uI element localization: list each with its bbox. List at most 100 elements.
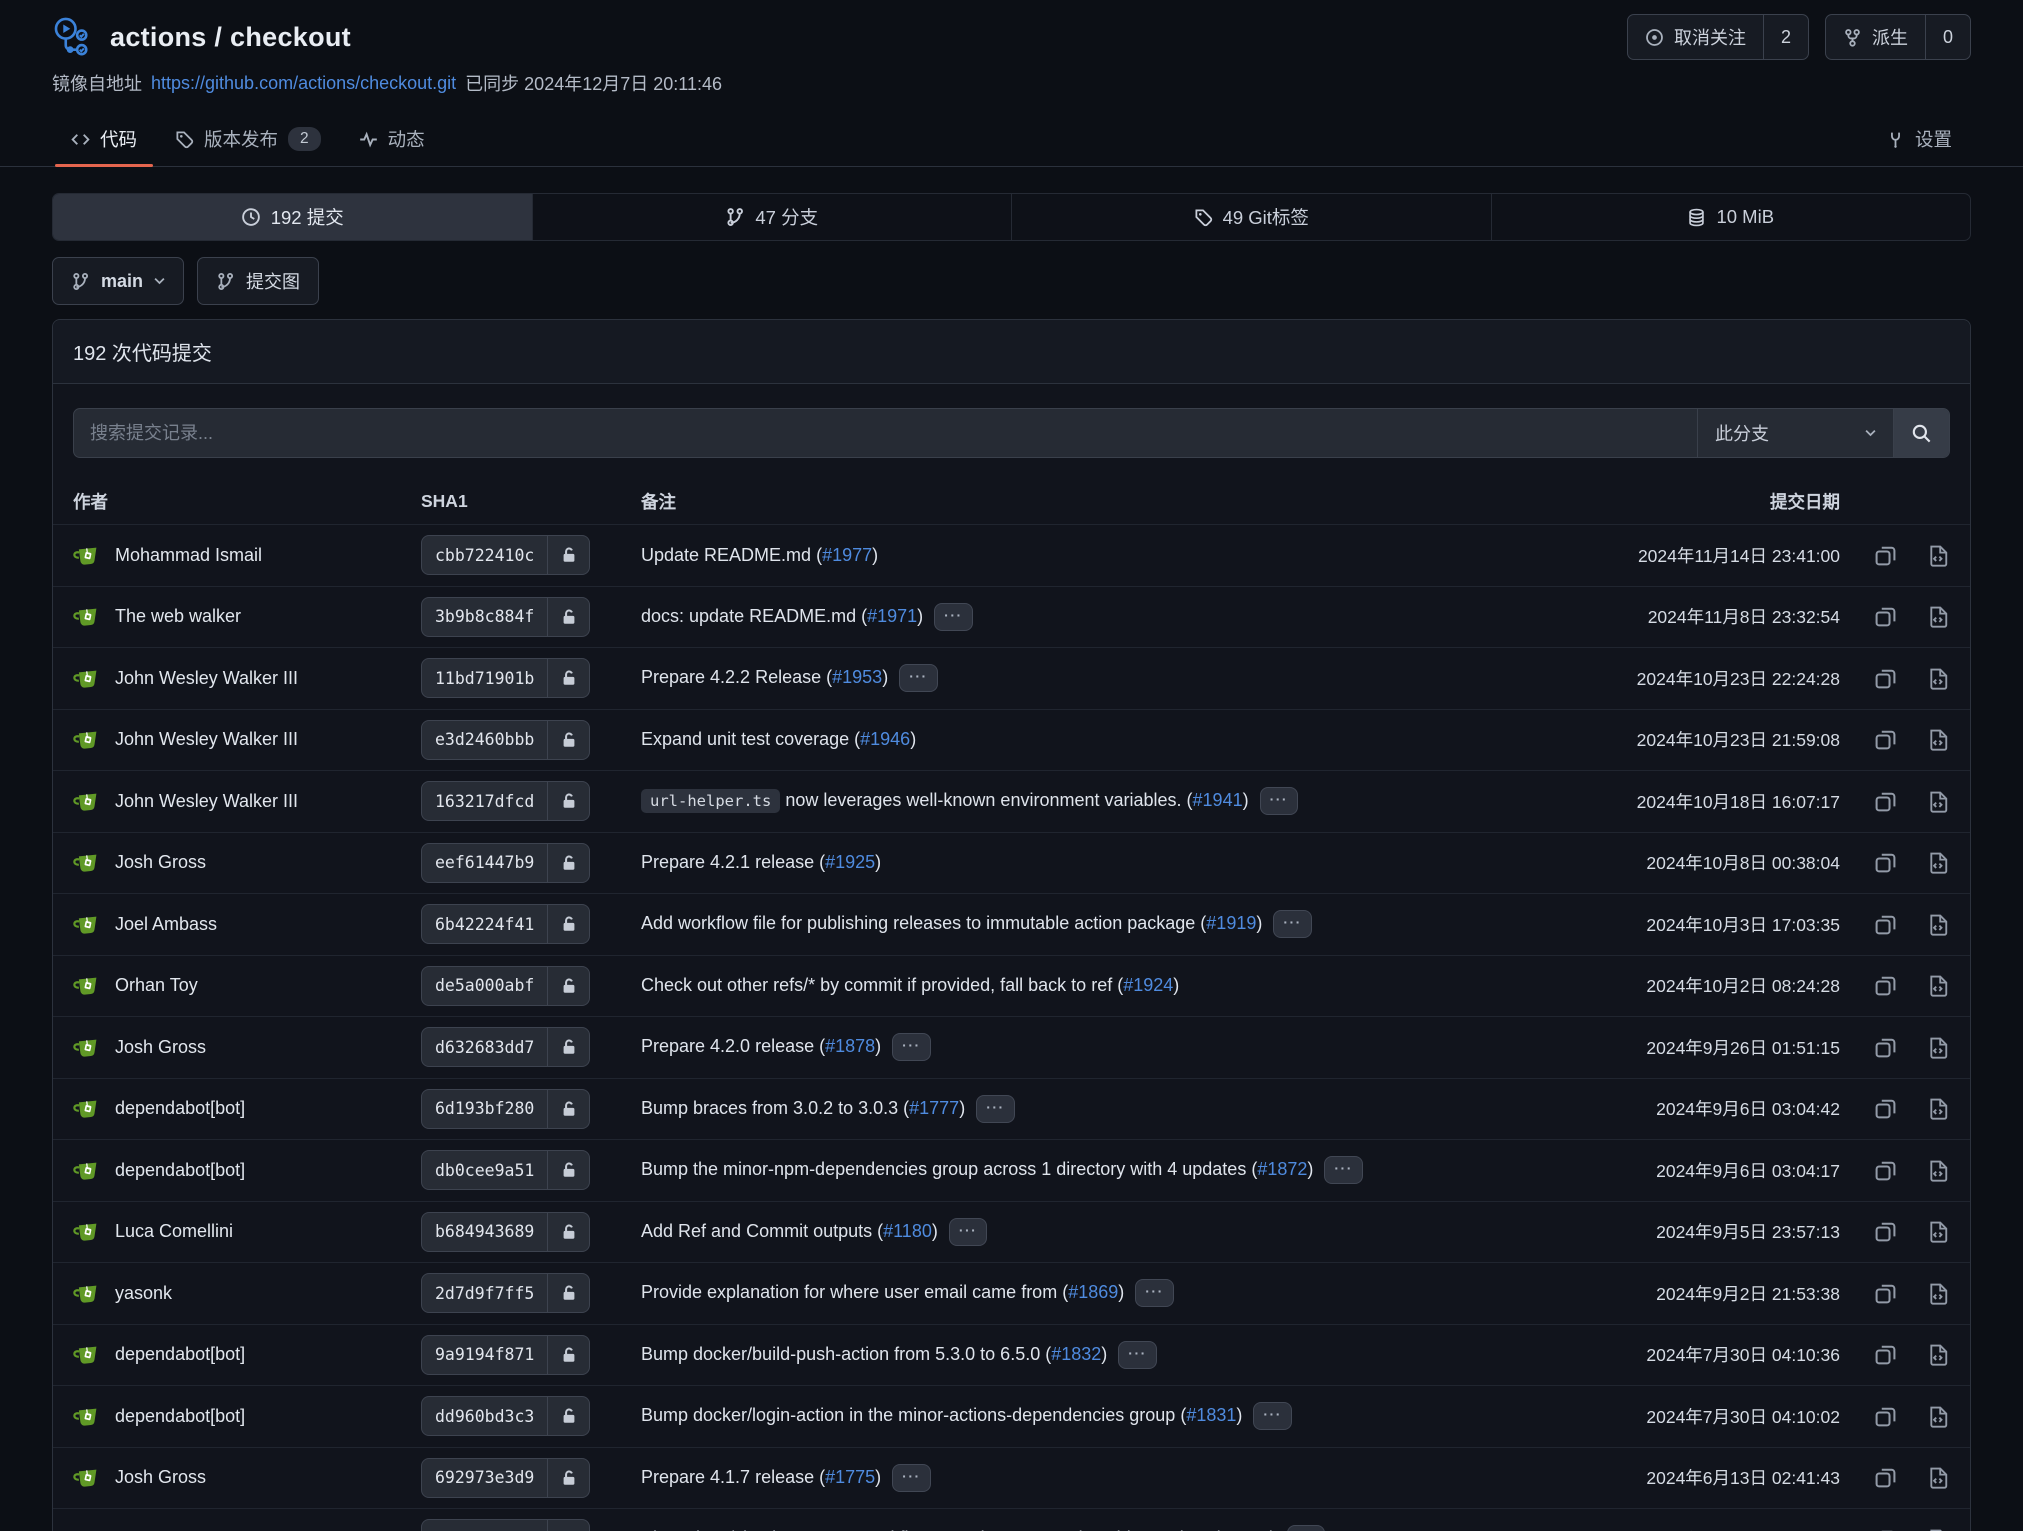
copy-sha-icon[interactable] <box>1874 974 1897 997</box>
tab-activity[interactable]: 动态 <box>340 112 444 166</box>
pr-link[interactable]: #1946 <box>860 729 910 749</box>
pr-link[interactable]: #1777 <box>909 1098 959 1118</box>
author-avatar-teacup-icon[interactable] <box>73 1158 100 1183</box>
author-avatar-teacup-icon[interactable] <box>73 1527 100 1531</box>
watchers-count[interactable]: 2 <box>1763 15 1808 59</box>
copy-sha-icon[interactable] <box>1874 1405 1897 1428</box>
pr-link[interactable]: #1971 <box>867 606 917 626</box>
commit-sha-link[interactable]: e3d2460bbb <box>421 720 590 760</box>
view-file-at-commit-icon[interactable] <box>1927 1220 1950 1243</box>
pr-link[interactable]: #1869 <box>1068 1282 1118 1302</box>
author-avatar-teacup-icon[interactable] <box>73 1096 100 1121</box>
pr-link[interactable]: #1925 <box>825 852 875 872</box>
expand-commit-message-button[interactable]: ··· <box>949 1218 988 1246</box>
stat-commits[interactable]: 192 提交 <box>53 194 532 240</box>
commit-sha-link[interactable]: cbb722410c <box>421 535 590 575</box>
expand-commit-message-button[interactable]: ··· <box>1260 787 1299 815</box>
stat-size[interactable]: 10 MiB <box>1491 194 1971 240</box>
copy-sha-icon[interactable] <box>1874 1097 1897 1120</box>
view-file-at-commit-icon[interactable] <box>1927 544 1950 567</box>
pr-link[interactable]: #1941 <box>1193 790 1243 810</box>
author-avatar-teacup-icon[interactable] <box>73 604 100 629</box>
author-avatar-teacup-icon[interactable] <box>73 789 100 814</box>
copy-sha-icon[interactable] <box>1874 728 1897 751</box>
pr-link[interactable]: #1924 <box>1123 975 1173 995</box>
view-file-at-commit-icon[interactable] <box>1927 851 1950 874</box>
copy-sha-icon[interactable] <box>1874 1036 1897 1059</box>
expand-commit-message-button[interactable]: ··· <box>892 1464 931 1492</box>
commit-sha-link[interactable]: eef61447b9 <box>421 843 590 883</box>
expand-commit-message-button[interactable]: ··· <box>1253 1402 1292 1430</box>
commit-sha-link[interactable]: 11bd71901b <box>421 658 590 698</box>
author-avatar-teacup-icon[interactable] <box>73 973 100 998</box>
branch-filter-dropdown[interactable]: 此分支 <box>1697 409 1893 457</box>
copy-sha-icon[interactable] <box>1874 1282 1897 1305</box>
author-avatar-teacup-icon[interactable] <box>73 543 100 568</box>
search-button[interactable] <box>1893 409 1949 457</box>
author-avatar-teacup-icon[interactable] <box>73 727 100 752</box>
author-avatar-teacup-icon[interactable] <box>73 850 100 875</box>
copy-sha-icon[interactable] <box>1874 913 1897 936</box>
view-file-at-commit-icon[interactable] <box>1927 667 1950 690</box>
expand-commit-message-button[interactable]: ··· <box>1135 1279 1174 1307</box>
view-file-at-commit-icon[interactable] <box>1927 974 1950 997</box>
view-file-at-commit-icon[interactable] <box>1927 1036 1950 1059</box>
expand-commit-message-button[interactable]: ··· <box>892 1033 931 1061</box>
view-file-at-commit-icon[interactable] <box>1927 1343 1950 1366</box>
copy-sha-icon[interactable] <box>1874 1466 1897 1489</box>
commit-sha-link[interactable]: 2d7d9f7ff5 <box>421 1273 590 1313</box>
expand-commit-message-button[interactable]: ··· <box>934 603 973 631</box>
view-file-at-commit-icon[interactable] <box>1927 913 1950 936</box>
author-avatar-teacup-icon[interactable] <box>73 912 100 937</box>
commit-sha-link[interactable]: 6d193bf280 <box>421 1089 590 1129</box>
author-avatar-teacup-icon[interactable] <box>73 1035 100 1060</box>
commit-sha-link[interactable]: b684943689 <box>421 1212 590 1252</box>
tab-releases[interactable]: 版本发布 2 <box>156 112 340 166</box>
author-avatar-teacup-icon[interactable] <box>73 666 100 691</box>
author-avatar-teacup-icon[interactable] <box>73 1404 100 1429</box>
pr-link[interactable]: #1832 <box>1051 1344 1101 1364</box>
copy-sha-icon[interactable] <box>1874 1220 1897 1243</box>
author-avatar-teacup-icon[interactable] <box>73 1281 100 1306</box>
pr-link[interactable]: #1953 <box>832 667 882 687</box>
expand-commit-message-button[interactable]: ··· <box>899 664 938 692</box>
commit-sha-link[interactable]: 163217dfcd <box>421 781 590 821</box>
unwatch-button[interactable]: 取消关注 2 <box>1627 14 1809 60</box>
expand-commit-message-button[interactable]: ··· <box>1287 1525 1326 1531</box>
forks-count[interactable]: 0 <box>1925 15 1970 59</box>
stat-tags[interactable]: 49 Git标签 <box>1011 194 1491 240</box>
branch-selector[interactable]: main <box>52 257 184 305</box>
view-file-at-commit-icon[interactable] <box>1927 605 1950 628</box>
pr-link[interactable]: #1919 <box>1206 913 1256 933</box>
copy-sha-icon[interactable] <box>1874 1343 1897 1366</box>
view-file-at-commit-icon[interactable] <box>1927 728 1950 751</box>
copy-sha-icon[interactable] <box>1874 1159 1897 1182</box>
author-avatar-teacup-icon[interactable] <box>73 1219 100 1244</box>
author-avatar-teacup-icon[interactable] <box>73 1465 100 1490</box>
commit-sha-link[interactable]: db0cee9a51 <box>421 1150 590 1190</box>
pr-link[interactable]: #1180 <box>883 1221 932 1241</box>
pr-link[interactable]: #1977 <box>822 545 872 565</box>
copy-sha-icon[interactable] <box>1874 667 1897 690</box>
commit-sha-link[interactable]: 9a9194f871 <box>421 1335 590 1375</box>
view-file-at-commit-icon[interactable] <box>1927 1097 1950 1120</box>
pr-link[interactable]: #1831 <box>1186 1405 1236 1425</box>
expand-commit-message-button[interactable]: ··· <box>1273 910 1312 938</box>
commit-graph-button[interactable]: 提交图 <box>197 257 319 305</box>
tab-code[interactable]: 代码 <box>52 112 156 166</box>
copy-sha-icon[interactable] <box>1874 605 1897 628</box>
author-avatar-teacup-icon[interactable] <box>73 1342 100 1367</box>
pr-link[interactable]: #1775 <box>825 1467 875 1487</box>
commit-search-input[interactable] <box>74 409 1697 457</box>
commit-sha-link[interactable]: 3b9b8c884f <box>421 597 590 637</box>
pr-link[interactable]: #1872 <box>1257 1159 1307 1179</box>
fork-button[interactable]: 派生 0 <box>1825 14 1971 60</box>
expand-commit-message-button[interactable]: ··· <box>976 1095 1015 1123</box>
commit-sha-link[interactable]: d632683dd7 <box>421 1027 590 1067</box>
mirror-url-link[interactable]: https://github.com/actions/checkout.git <box>151 73 456 94</box>
expand-commit-message-button[interactable]: ··· <box>1118 1341 1157 1369</box>
commit-sha-link[interactable]: dd960bd3c3 <box>421 1396 590 1436</box>
expand-commit-message-button[interactable]: ··· <box>1324 1156 1363 1184</box>
copy-sha-icon[interactable] <box>1874 851 1897 874</box>
tab-settings[interactable]: 设置 <box>1867 112 1971 166</box>
